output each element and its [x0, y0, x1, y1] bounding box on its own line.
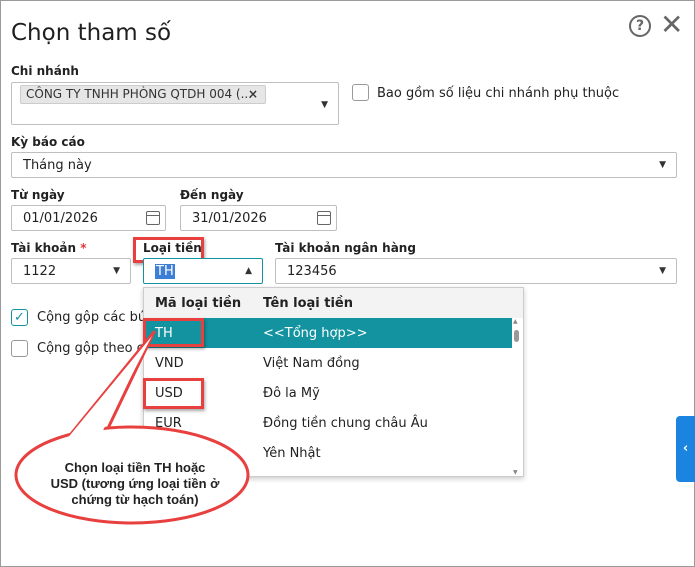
side-panel-toggle[interactable]: ‹ — [676, 416, 695, 482]
callout-text: Chọn loại tiền TH hoặc USD (tương ứng lo… — [50, 460, 220, 507]
chevron-left-icon: ‹ — [682, 441, 689, 456]
